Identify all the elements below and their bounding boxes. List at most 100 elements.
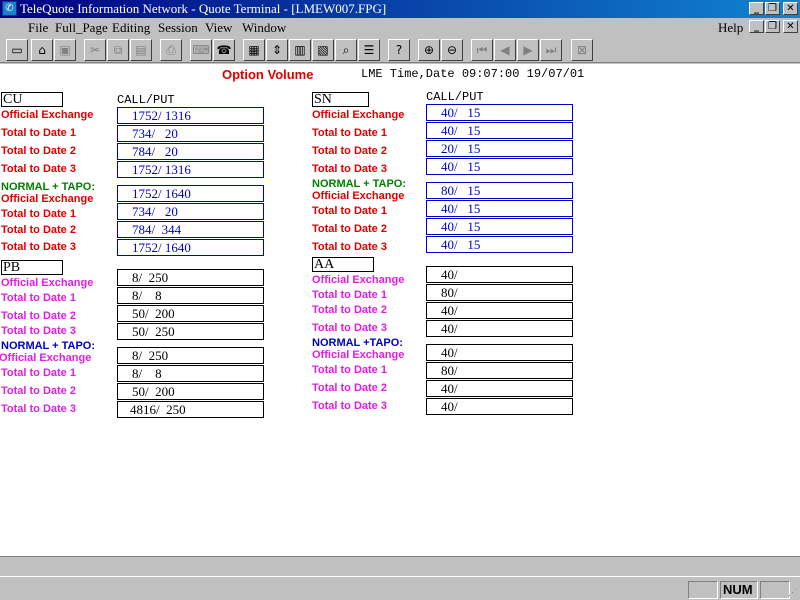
sn-tapo-official-value: 80/ 15 [426, 182, 573, 199]
menu-window[interactable]: Window [242, 20, 286, 36]
sn-official-label: Official Exchange [312, 109, 405, 121]
sn-tapo-ttd2-value: 40/ 15 [426, 218, 573, 235]
zoom-out-icon[interactable]: ⊖ [441, 39, 463, 61]
cu-tapo-ttd3-label: Total to Date 3 [1, 241, 76, 253]
menu-bar: File Full_Page Editing Session View Wind… [0, 18, 800, 37]
pb-tapo-ttd2-value: 50/ 200 [117, 383, 264, 400]
menu-view[interactable]: View [205, 20, 232, 36]
sn-ttd2-label: Total to Date 2 [312, 145, 387, 157]
aa-ttd1-value: 80/ [426, 284, 573, 301]
sn-normal-tapo-label: NORMAL + TAPO: [312, 178, 407, 190]
aa-official-label: Official Exchange [312, 274, 405, 286]
status-panel-scroll [760, 581, 790, 599]
menu-full-page[interactable]: Full_Page [55, 20, 108, 36]
open-folder-icon[interactable]: ⌂ [31, 39, 53, 61]
close-icon[interactable]: ✕ [783, 2, 798, 15]
cu-ttd3-value: 1752/ 1316 [117, 161, 264, 178]
aa-tapo-ttd2-value: 40/ [426, 380, 573, 397]
sn-tapo-official-label: Official Exchange [312, 190, 405, 202]
zoom-in-icon[interactable]: ⊕ [418, 39, 440, 61]
print-icon[interactable]: ⎙ [160, 39, 182, 61]
sn-official-value: 40/ 15 [426, 104, 573, 121]
pb-ttd1-label: Total to Date 1 [1, 292, 76, 304]
minimize-icon[interactable]: _ [749, 2, 764, 15]
cu-tapo-ttd3-value: 1752/ 1640 [117, 239, 264, 256]
page-search-icon[interactable]: ⌕ [335, 39, 357, 61]
scale-icon[interactable]: ⇕ [266, 39, 288, 61]
pb-official-label: Official Exchange [1, 277, 94, 289]
pb-tapo-ttd3-label: Total to Date 3 [1, 403, 76, 415]
date-value: 19/07/01 [526, 67, 585, 81]
cu-tapo-official-value: 1752/ 1640 [117, 185, 264, 202]
aa-ttd2-value: 40/ [426, 302, 573, 319]
restore-icon[interactable]: ❐ [765, 2, 780, 15]
app-icon[interactable]: ✆ [2, 1, 17, 16]
list-icon[interactable]: ☰ [358, 39, 380, 61]
doc-minimize-icon[interactable]: _ [749, 20, 764, 33]
doc-close-icon[interactable]: ✕ [783, 20, 798, 33]
aa-tapo-ttd2-label: Total to Date 2 [312, 382, 387, 394]
live-chart-icon[interactable]: ▧ [312, 39, 334, 61]
grid-icon[interactable]: ▦ [243, 39, 265, 61]
resize-grip-icon[interactable]: ⋰ [788, 585, 798, 599]
cu-tapo-ttd2-label: Total to Date 2 [1, 224, 76, 236]
sn-tapo-ttd1-label: Total to Date 1 [312, 205, 387, 217]
new-file-icon[interactable]: ▭ [6, 39, 28, 61]
cu-ttd1-value: 734/ 20 [117, 125, 264, 142]
aa-ttd2-label: Total to Date 2 [312, 304, 387, 316]
metal-sn: SN [312, 92, 369, 107]
quote-page: Option Volume LME Time,Date 09:07:00 19/… [0, 64, 800, 556]
previous-page-icon[interactable]: ◀ [494, 39, 516, 61]
menu-help[interactable]: Help [718, 20, 743, 36]
next-page-icon[interactable]: ▶ [517, 39, 539, 61]
doc-restore-icon[interactable]: ❐ [765, 20, 780, 33]
sn-ttd3-label: Total to Date 3 [312, 163, 387, 175]
help-icon[interactable]: ? [388, 39, 410, 61]
chart-icon[interactable]: ▥ [289, 39, 311, 61]
cu-ttd3-label: Total to Date 3 [1, 163, 76, 175]
cu-tapo-official-label: Official Exchange [1, 193, 94, 205]
menu-file[interactable]: File [28, 20, 48, 36]
pb-ttd3-label: Total to Date 3 [1, 325, 76, 337]
pb-ttd3-value: 50/ 250 [117, 323, 264, 340]
status-panel-empty [688, 581, 718, 599]
cu-official-label: Official Exchange [1, 109, 94, 121]
metal-pb: PB [1, 260, 63, 275]
metal-aa: AA [312, 257, 374, 272]
aa-normal-tapo-label: NORMAL +TAPO: [312, 337, 403, 349]
pb-tapo-ttd1-value: 8/ 8 [117, 365, 264, 382]
cu-ttd2-label: Total to Date 2 [1, 145, 76, 157]
sn-ttd2-value: 20/ 15 [426, 140, 573, 157]
cu-column-header: CALL/PUT [117, 93, 175, 107]
aa-tapo-ttd1-label: Total to Date 1 [312, 364, 387, 376]
aa-ttd3-value: 40/ [426, 320, 573, 337]
aa-official-value: 40/ [426, 266, 573, 283]
cu-tapo-ttd1-value: 734/ 20 [117, 203, 264, 220]
cu-tapo-ttd2-value: 784/ 344 [117, 221, 264, 238]
save-icon[interactable]: ▣ [54, 39, 76, 61]
aa-tapo-official-label: Official Exchange [312, 349, 405, 361]
aa-tapo-official-value: 40/ [426, 344, 573, 361]
pb-tapo-ttd2-label: Total to Date 2 [1, 385, 76, 397]
menu-session[interactable]: Session [158, 20, 198, 36]
aa-tapo-ttd1-value: 80/ [426, 362, 573, 379]
first-page-icon[interactable]: ⏮ [471, 39, 493, 61]
sn-tapo-ttd3-value: 40/ 15 [426, 236, 573, 253]
pb-tapo-ttd3-value: 4816/ 250 [117, 401, 264, 418]
sn-ttd1-value: 40/ 15 [426, 122, 573, 139]
phone-icon[interactable]: ☎ [213, 39, 235, 61]
stop-icon[interactable]: ⊠ [571, 39, 593, 61]
cut-icon[interactable]: ✂ [84, 39, 106, 61]
last-page-icon[interactable]: ⏭ [540, 39, 562, 61]
menu-editing[interactable]: Editing [112, 20, 150, 36]
sn-tapo-ttd1-value: 40/ 15 [426, 200, 573, 217]
status-bar: NUM ⋰ [0, 576, 800, 600]
paste-icon[interactable]: ▤ [130, 39, 152, 61]
pb-tapo-official-value: 8/ 250 [117, 347, 264, 364]
aa-tapo-ttd3-value: 40/ [426, 398, 573, 415]
content-separator [0, 556, 800, 557]
cu-official-value: 1752/ 1316 [117, 107, 264, 124]
copy-icon[interactable]: ⧉ [107, 39, 129, 61]
sn-ttd3-value: 40/ 15 [426, 158, 573, 175]
keyboard-icon[interactable]: ⌨ [190, 39, 212, 61]
